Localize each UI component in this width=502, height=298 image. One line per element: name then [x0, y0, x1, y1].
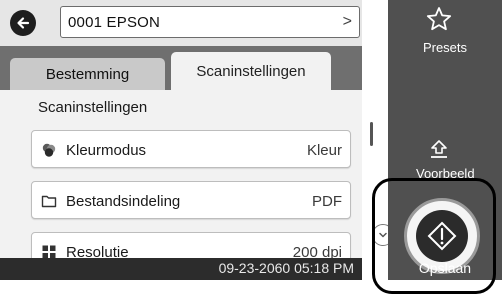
presets-label: Presets [422, 40, 468, 55]
back-arrow-icon [17, 17, 30, 29]
setting-value: Kleur [306, 142, 342, 159]
chevron-right-icon: > [342, 13, 352, 30]
scrollbar-thumb[interactable] [370, 122, 373, 146]
top-bar: 0001 EPSON > [0, 0, 362, 46]
start-diamond-icon [427, 221, 457, 251]
status-bar: 09-23-2060 05:18 PM [0, 258, 362, 280]
setting-label: Bestandsindeling [66, 193, 181, 210]
upload-arrow-icon [431, 140, 447, 158]
settings-content: Scaninstellingen Kleurmodus Kleur Bestan… [0, 90, 362, 280]
main-panel: 0001 EPSON > Bestemming Scaninstellingen… [0, 0, 362, 280]
section-title: Scaninstellingen [38, 99, 148, 116]
tab-destination[interactable]: Bestemming [10, 58, 165, 90]
tab-bar: Bestemming Scaninstellingen [0, 46, 362, 90]
save-label: Opslaan [418, 260, 472, 276]
setting-row-file-format[interactable]: Bestandsindeling PDF [31, 181, 351, 219]
folder-icon [41, 195, 57, 208]
date-time: 09-23-2060 05:18 PM [218, 260, 354, 276]
presets-button[interactable]: Presets [388, 0, 502, 66]
color-mode-icon [42, 143, 56, 157]
setting-value: PDF [312, 193, 342, 210]
back-button[interactable] [10, 10, 36, 36]
chevron-down-icon [379, 232, 387, 238]
setting-label: Kleurmodus [66, 142, 147, 159]
preview-button[interactable]: Voorbeeld [388, 134, 502, 184]
star-icon [426, 7, 452, 31]
setting-row-color-mode[interactable]: Kleurmodus Kleur [31, 130, 351, 168]
destination-value: 0001 EPSON [68, 13, 161, 31]
scan-settings-screen: 0001 EPSON > Bestemming Scaninstellingen… [0, 0, 502, 298]
preview-label: Voorbeeld [416, 166, 475, 181]
destination-field[interactable]: 0001 EPSON > [60, 6, 360, 38]
tab-scan-settings[interactable]: Scaninstellingen [171, 52, 331, 90]
